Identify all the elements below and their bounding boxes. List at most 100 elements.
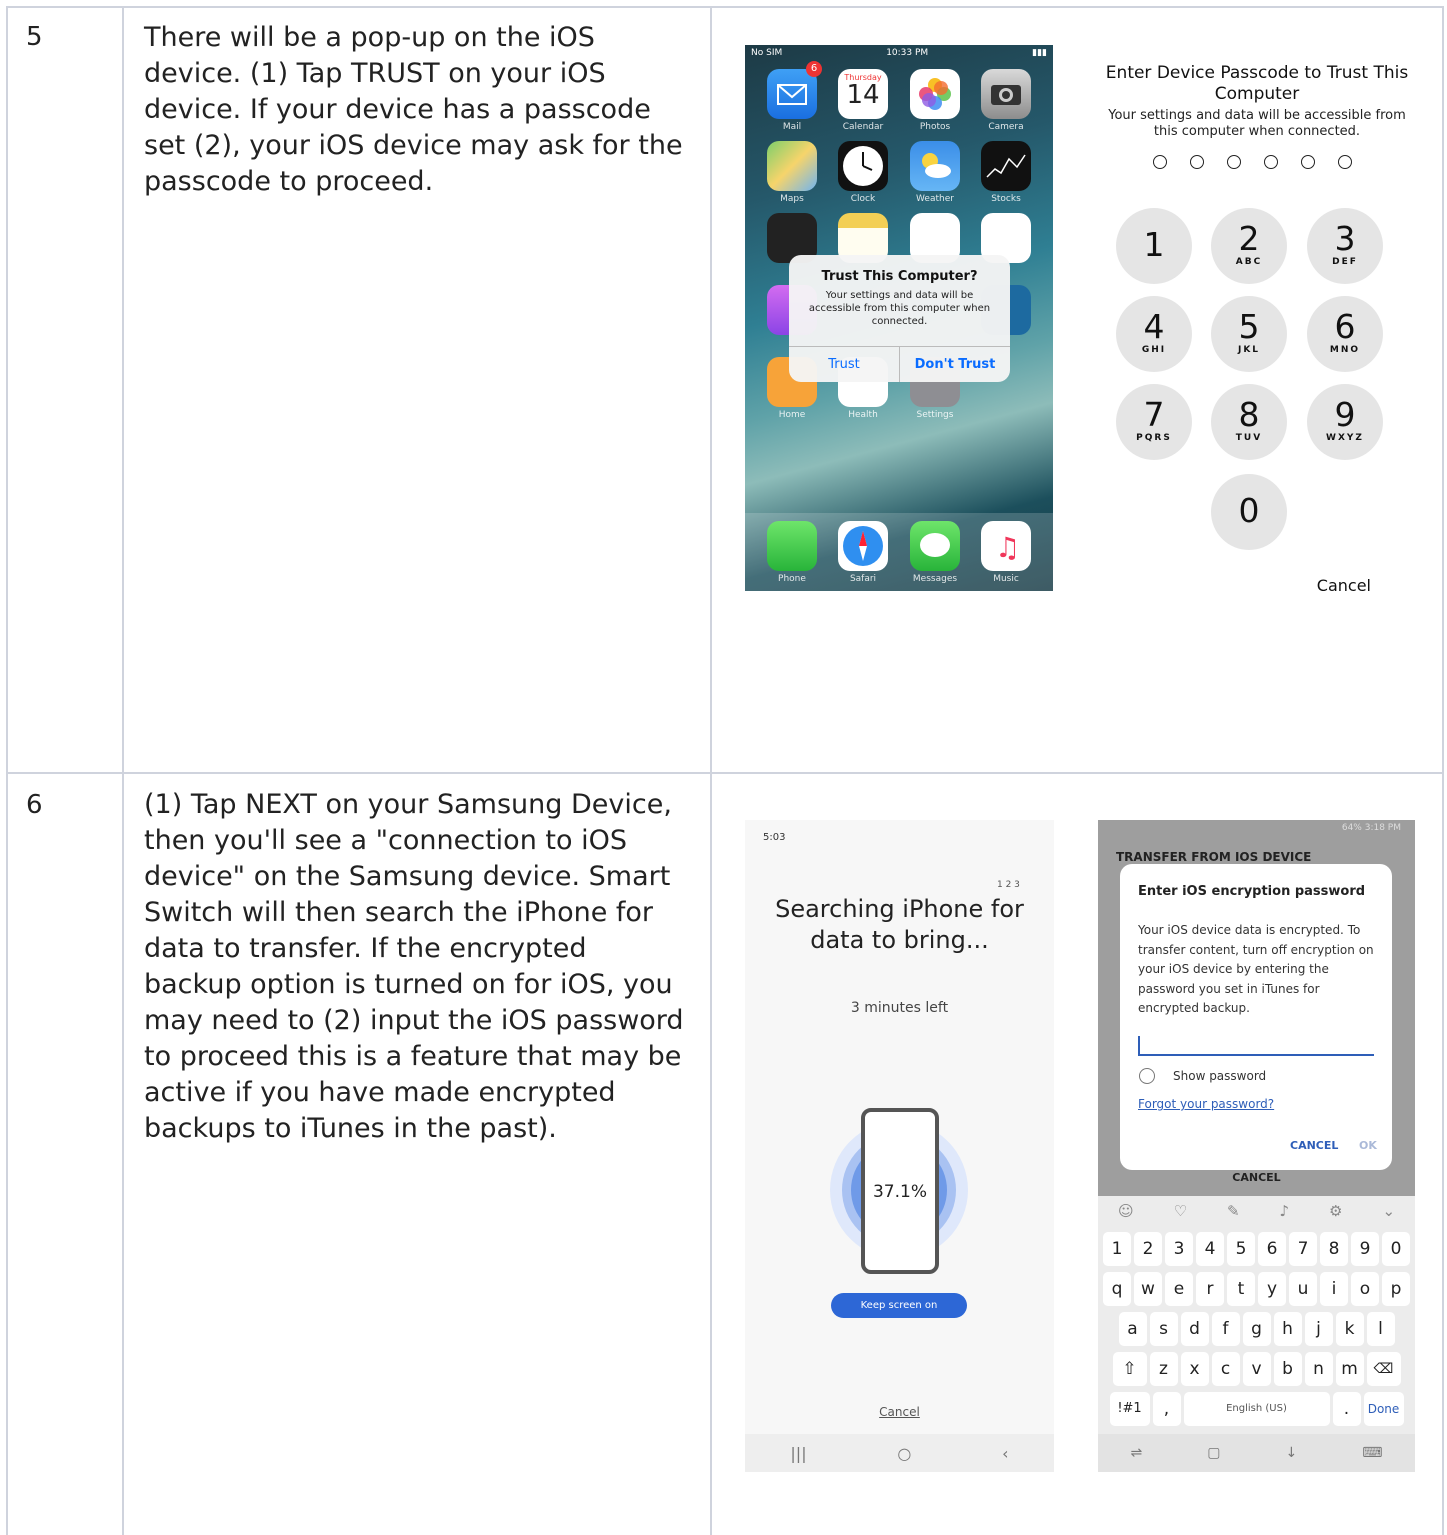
dont-trust-button[interactable]: Don't Trust [899, 347, 1010, 382]
keypad-key[interactable]: 7 PQRS [1116, 384, 1192, 460]
key[interactable]: u [1289, 1272, 1317, 1306]
key[interactable]: p [1382, 1272, 1410, 1306]
key[interactable]: f [1211, 1312, 1240, 1346]
keyboard: ☺ ♡ ✎ ♪ ⚙ ⌄ 1 2 3 4 5 6 7 8 9 0 q w e r … [1098, 1196, 1415, 1436]
forgot-password-link[interactable]: Forgot your password? [1138, 1097, 1274, 1111]
passcode-cancel-button[interactable]: Cancel [1317, 576, 1371, 595]
key[interactable]: 1 [1103, 1232, 1131, 1266]
gear-icon[interactable]: ⚙ [1329, 1202, 1342, 1220]
status-bar: 64% 3:18 PM [1341, 823, 1401, 833]
mail-icon[interactable] [767, 69, 817, 119]
dialog-ok-button[interactable]: OK [1359, 1139, 1377, 1152]
recents-icon[interactable]: ||| [790, 1444, 806, 1463]
trust-button[interactable]: Trust [789, 347, 899, 382]
keypad-key[interactable]: 5 JKL [1211, 296, 1287, 372]
phone-icon[interactable] [767, 521, 817, 571]
home-icon[interactable]: ○ [897, 1444, 911, 1463]
key[interactable]: e [1165, 1272, 1193, 1306]
key[interactable]: 9 [1351, 1232, 1379, 1266]
chevron-down-icon[interactable]: ⌄ [1382, 1202, 1395, 1220]
emoji-icon[interactable]: ☺ [1118, 1202, 1134, 1220]
sticker-icon[interactable]: ♡ [1174, 1202, 1187, 1220]
keypad-key[interactable]: 3 DEF [1307, 208, 1383, 284]
key[interactable]: y [1258, 1272, 1286, 1306]
keypad-key[interactable]: 9 WXYZ [1307, 384, 1383, 460]
keypad-key[interactable]: 4 GHI [1116, 296, 1192, 372]
key[interactable]: b [1273, 1352, 1302, 1386]
key[interactable]: n [1304, 1352, 1333, 1386]
keypad-key[interactable]: 0 [1211, 474, 1287, 550]
key[interactable]: 3 [1165, 1232, 1193, 1266]
key[interactable]: s [1149, 1312, 1178, 1346]
camera-icon[interactable] [981, 69, 1031, 119]
photos-icon[interactable] [910, 69, 960, 119]
keep-screen-on-button[interactable]: Keep screen on [831, 1293, 967, 1318]
key[interactable]: 0 [1382, 1232, 1410, 1266]
handwriting-icon[interactable]: ✎ [1227, 1202, 1240, 1220]
key[interactable]: m [1335, 1352, 1364, 1386]
keypad-key[interactable]: 8 TUV [1211, 384, 1287, 460]
back-icon[interactable]: ↓ [1286, 1445, 1298, 1461]
show-password-radio[interactable] [1139, 1068, 1155, 1084]
weather-icon[interactable] [910, 141, 960, 191]
done-key[interactable]: Done [1363, 1392, 1404, 1426]
period-key[interactable]: . [1332, 1392, 1361, 1426]
space-key[interactable]: English (US) [1183, 1392, 1330, 1426]
key[interactable]: q [1103, 1272, 1131, 1306]
key[interactable]: c [1211, 1352, 1240, 1386]
back-icon[interactable]: ‹ [1002, 1444, 1008, 1463]
key[interactable]: x [1180, 1352, 1209, 1386]
battery-icon: ▮▮▮ [1032, 48, 1047, 58]
key[interactable]: 6 [1258, 1232, 1286, 1266]
shift-key[interactable]: ⇧ [1112, 1352, 1147, 1386]
key[interactable]: w [1134, 1272, 1162, 1306]
key[interactable]: l [1366, 1312, 1395, 1346]
key[interactable]: 5 [1227, 1232, 1255, 1266]
key[interactable]: j [1304, 1312, 1333, 1346]
keyboard-icon[interactable]: ⌨ [1362, 1445, 1382, 1461]
key[interactable]: o [1351, 1272, 1379, 1306]
key[interactable]: g [1242, 1312, 1271, 1346]
comma-key[interactable]: , [1152, 1392, 1181, 1426]
backspace-key[interactable]: ⌫ [1366, 1352, 1401, 1386]
key[interactable]: a [1118, 1312, 1147, 1346]
stocks-icon[interactable] [981, 141, 1031, 191]
key[interactable]: 2 [1134, 1232, 1162, 1266]
mail-badge: 6 [806, 61, 822, 77]
password-input[interactable] [1138, 1034, 1374, 1056]
key[interactable]: k [1335, 1312, 1364, 1346]
key[interactable]: t [1227, 1272, 1255, 1306]
keypad-key[interactable]: 2 ABC [1211, 208, 1287, 284]
symbols-key[interactable]: !#1 [1109, 1392, 1150, 1426]
key[interactable]: 8 [1320, 1232, 1348, 1266]
safari-icon[interactable] [838, 521, 888, 571]
home-icon[interactable]: ▢ [1207, 1445, 1220, 1461]
key[interactable]: v [1242, 1352, 1271, 1386]
passcode-dots [1153, 155, 1352, 169]
key[interactable]: r [1196, 1272, 1224, 1306]
step-number: 6 [26, 790, 43, 820]
maps-icon[interactable] [767, 141, 817, 191]
cancel-button[interactable]: CANCEL [1098, 1171, 1415, 1184]
cancel-link[interactable]: Cancel [745, 1405, 1054, 1419]
music-icon[interactable]: ♫ [981, 521, 1031, 571]
app-label: Messages [912, 574, 958, 584]
recents-icon[interactable]: ⇌ [1131, 1445, 1143, 1461]
key[interactable]: z [1149, 1352, 1178, 1386]
app-label: Clock [850, 194, 876, 204]
clock-icon[interactable] [838, 141, 888, 191]
mic-icon[interactable]: ♪ [1280, 1202, 1290, 1220]
iphone-home-screenshot: No SIM 10:33 PM ▮▮▮ Thursday 14 Mail Cal… [745, 45, 1053, 591]
key[interactable]: d [1180, 1312, 1209, 1346]
key[interactable]: h [1273, 1312, 1302, 1346]
key[interactable]: 7 [1289, 1232, 1317, 1266]
calendar-icon[interactable]: Thursday 14 [838, 69, 888, 119]
app-label: Weather [916, 194, 954, 204]
key[interactable]: 4 [1196, 1232, 1224, 1266]
keyboard-toolbar: ☺ ♡ ✎ ♪ ⚙ ⌄ [1098, 1202, 1415, 1220]
key[interactable]: i [1320, 1272, 1348, 1306]
keypad-key[interactable]: 1 [1116, 208, 1192, 284]
dialog-cancel-button[interactable]: CANCEL [1290, 1139, 1338, 1152]
keypad-key[interactable]: 6 MNO [1307, 296, 1383, 372]
messages-icon[interactable] [910, 521, 960, 571]
